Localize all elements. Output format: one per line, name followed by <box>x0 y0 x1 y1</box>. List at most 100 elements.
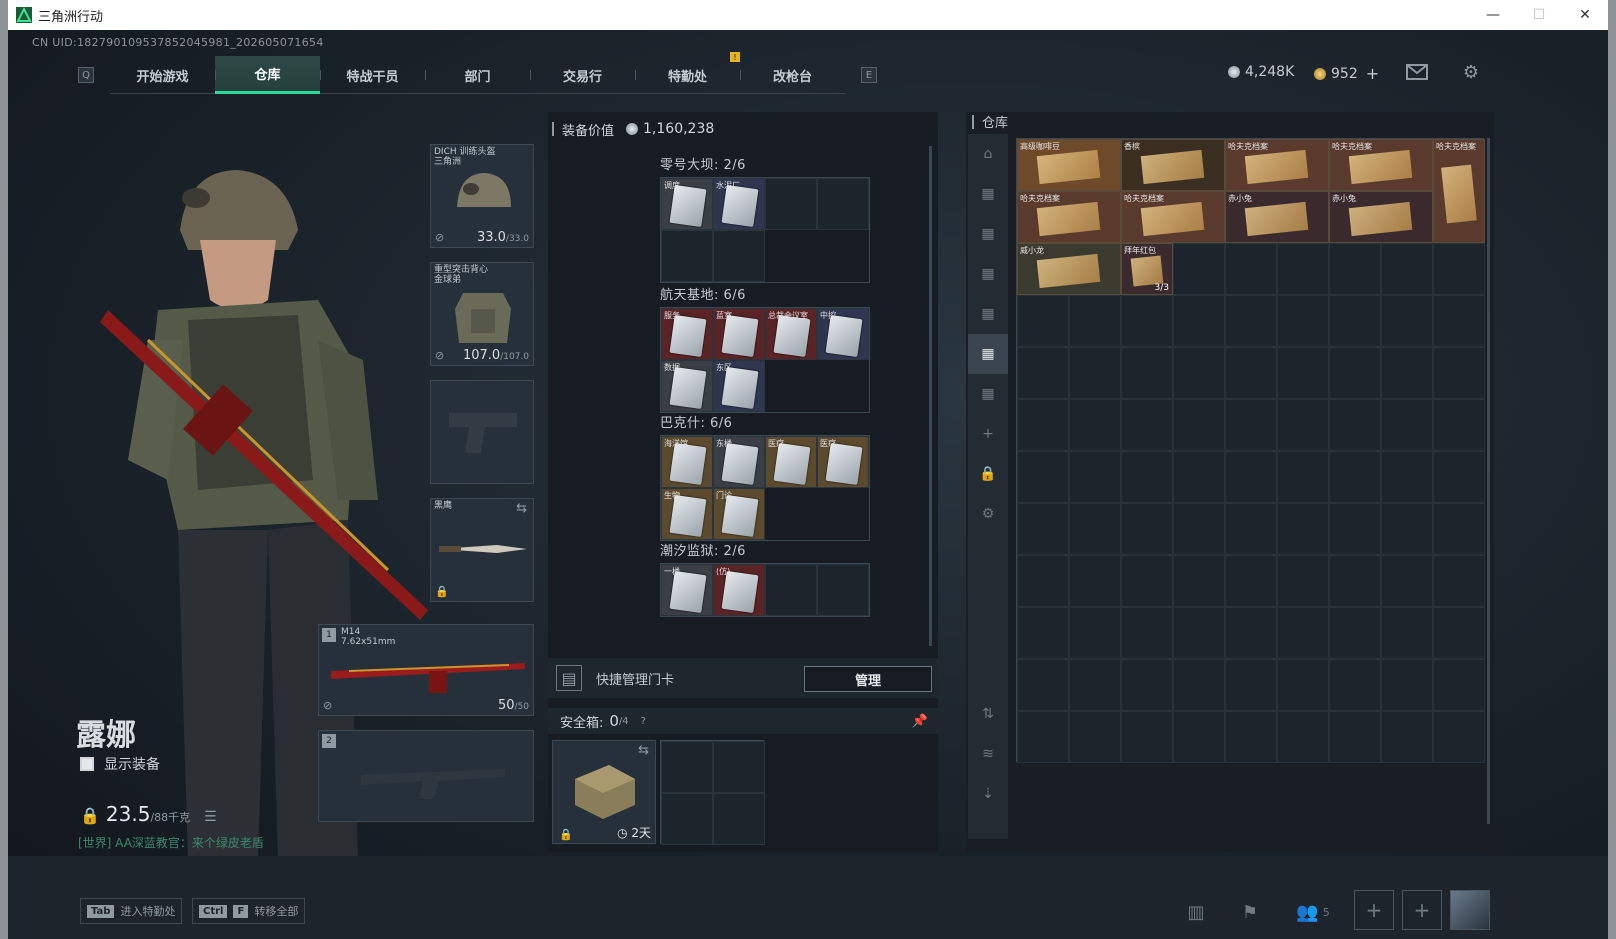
warehouse-cell[interactable] <box>1433 555 1485 607</box>
safe-cell[interactable] <box>713 793 765 845</box>
warehouse-cell[interactable] <box>1277 347 1329 399</box>
key-card-grid[interactable]: 海洋馆 东楼 医疗 医疗 生物 门诊 <box>660 435 870 541</box>
stats-chart-icon[interactable]: ▥ <box>1180 896 1212 928</box>
warehouse-cell[interactable] <box>1381 243 1433 295</box>
player-avatar[interactable] <box>1450 890 1490 930</box>
warehouse-tab-all-icon[interactable]: ⌂ <box>968 134 1008 174</box>
warehouse-cell[interactable] <box>1069 659 1121 711</box>
key-card-cell[interactable]: 总裁会议室 <box>765 308 817 360</box>
key-e-hint[interactable]: E <box>861 67 877 83</box>
show-equipment-checkbox[interactable] <box>80 757 94 771</box>
warehouse-cell[interactable] <box>1121 503 1173 555</box>
warehouse-cell[interactable] <box>1173 659 1225 711</box>
warehouse-tab-5-icon[interactable]: ▦ <box>968 334 1008 374</box>
world-chat-message[interactable]: [世界] AA深蓝教官：来个绿皮老盾 <box>78 834 264 851</box>
warehouse-cell[interactable] <box>1329 555 1381 607</box>
key-card-cell[interactable]: 水泥厂 <box>713 178 765 230</box>
warehouse-cell[interactable] <box>1121 555 1173 607</box>
warehouse-cell[interactable] <box>1121 295 1173 347</box>
layers-icon[interactable]: ≋ <box>968 734 1008 774</box>
warehouse-tab-1-icon[interactable]: ▦ <box>968 174 1008 214</box>
warehouse-tab-6-icon[interactable]: ▦ <box>968 374 1008 414</box>
key-card-cell[interactable]: 蓝室 <box>713 308 765 360</box>
key-card-cell[interactable]: 调度 <box>661 178 713 230</box>
warehouse-item[interactable]: 赤小兔 <box>1225 191 1329 243</box>
add-currency-button[interactable]: + <box>1366 64 1379 83</box>
warehouse-cell[interactable] <box>1069 451 1121 503</box>
warehouse-cell[interactable] <box>1173 711 1225 763</box>
warehouse-cell[interactable] <box>1277 503 1329 555</box>
safe-box-help-icon[interactable]: ? <box>641 716 646 727</box>
warehouse-cell[interactable] <box>1329 659 1381 711</box>
key-card-cell[interactable]: 海洋馆 <box>661 436 713 488</box>
empty-key-slot[interactable] <box>713 230 765 282</box>
invite-slot-2[interactable]: + <box>1402 890 1442 930</box>
warehouse-cell[interactable] <box>1277 659 1329 711</box>
warehouse-cell[interactable] <box>1121 607 1173 659</box>
key-card-cell[interactable]: 数据 <box>661 360 713 412</box>
enter-special-ops-hint[interactable]: Tab 进入特勤处 <box>80 898 183 924</box>
warehouse-cell[interactable] <box>1277 451 1329 503</box>
safe-cell[interactable] <box>661 793 713 845</box>
empty-key-slot[interactable] <box>817 564 869 616</box>
tab-2[interactable]: 特战干员 <box>320 56 425 94</box>
key-card-grid[interactable]: 调度 水泥厂 <box>660 177 870 283</box>
armor-slot[interactable]: 重型突击背心 金球弟 ⊘ 107.0/107.0 <box>430 262 534 366</box>
key-card-cell[interactable]: 东楼 <box>713 436 765 488</box>
warehouse-cell[interactable] <box>1225 399 1277 451</box>
key-card-grid[interactable]: 服务 蓝室 总裁会议室 中控 数据 东区 <box>660 307 870 413</box>
safe-box-grid[interactable] <box>660 740 765 845</box>
key-panel-scrollbar[interactable] <box>929 146 932 646</box>
warehouse-cell[interactable] <box>1225 555 1277 607</box>
warehouse-cell[interactable] <box>1433 399 1485 451</box>
key-card-cell[interactable]: (仿) <box>713 564 765 616</box>
warehouse-cell[interactable] <box>1121 451 1173 503</box>
warehouse-cell[interactable] <box>1017 711 1069 763</box>
warehouse-cell[interactable] <box>1173 243 1225 295</box>
warehouse-cell[interactable] <box>1173 451 1225 503</box>
tab-4[interactable]: 交易行 <box>530 56 635 94</box>
warehouse-item[interactable]: 哈夫克档案 <box>1121 191 1225 243</box>
warehouse-cell[interactable] <box>1381 399 1433 451</box>
warehouse-cell[interactable] <box>1173 555 1225 607</box>
warehouse-cell[interactable] <box>1277 555 1329 607</box>
warehouse-cell[interactable] <box>1121 711 1173 763</box>
friends-icon[interactable]: 👥 5 <box>1288 896 1338 928</box>
warehouse-cell[interactable] <box>1329 243 1381 295</box>
warehouse-cell[interactable] <box>1225 451 1277 503</box>
transfer-all-hint[interactable]: Ctrl F 转移全部 <box>192 898 306 924</box>
warehouse-cell[interactable] <box>1433 503 1485 555</box>
tab-5[interactable]: 特勤处 <box>635 56 740 94</box>
warehouse-cell[interactable] <box>1069 295 1121 347</box>
invite-slot-1[interactable]: + <box>1354 890 1394 930</box>
key-card-grid[interactable]: 一楼 (仿) <box>660 563 870 617</box>
safe-box-item[interactable]: ⇆ 🔒 ◷ 2天 <box>552 740 656 844</box>
warehouse-cell[interactable] <box>1381 295 1433 347</box>
empty-key-slot[interactable] <box>765 178 817 230</box>
warehouse-item[interactable]: 哈夫克档案 <box>1225 139 1329 191</box>
warehouse-cell[interactable] <box>1121 347 1173 399</box>
warehouse-cell[interactable] <box>1329 711 1381 763</box>
key-card-cell[interactable]: 一楼 <box>661 564 713 616</box>
warehouse-cell[interactable] <box>1381 711 1433 763</box>
warehouse-cell[interactable] <box>1017 659 1069 711</box>
warehouse-cell[interactable] <box>1277 295 1329 347</box>
warehouse-cell[interactable] <box>1173 399 1225 451</box>
swap-icon[interactable]: ⇆ <box>516 501 527 516</box>
warehouse-cell[interactable] <box>1433 451 1485 503</box>
warehouse-cell[interactable] <box>1329 451 1381 503</box>
key-card-cell[interactable]: 医疗 <box>817 436 869 488</box>
warehouse-scrollbar[interactable] <box>1487 138 1490 824</box>
warehouse-cell[interactable] <box>1433 295 1485 347</box>
warehouse-cell[interactable] <box>1069 607 1121 659</box>
key-card-cell[interactable]: 生物 <box>661 488 713 540</box>
settings-gear-icon[interactable]: ⚙ <box>1460 62 1482 83</box>
warehouse-cell[interactable] <box>1381 451 1433 503</box>
key-card-cell[interactable]: 医疗 <box>765 436 817 488</box>
minimize-button[interactable]: — <box>1470 0 1516 30</box>
warehouse-cell[interactable] <box>1225 347 1277 399</box>
close-button[interactable]: ✕ <box>1562 0 1608 30</box>
maximize-button[interactable]: ☐ <box>1516 0 1562 30</box>
pin-icon[interactable]: 📌 <box>912 714 928 729</box>
manage-button[interactable]: 管理 <box>804 666 932 692</box>
